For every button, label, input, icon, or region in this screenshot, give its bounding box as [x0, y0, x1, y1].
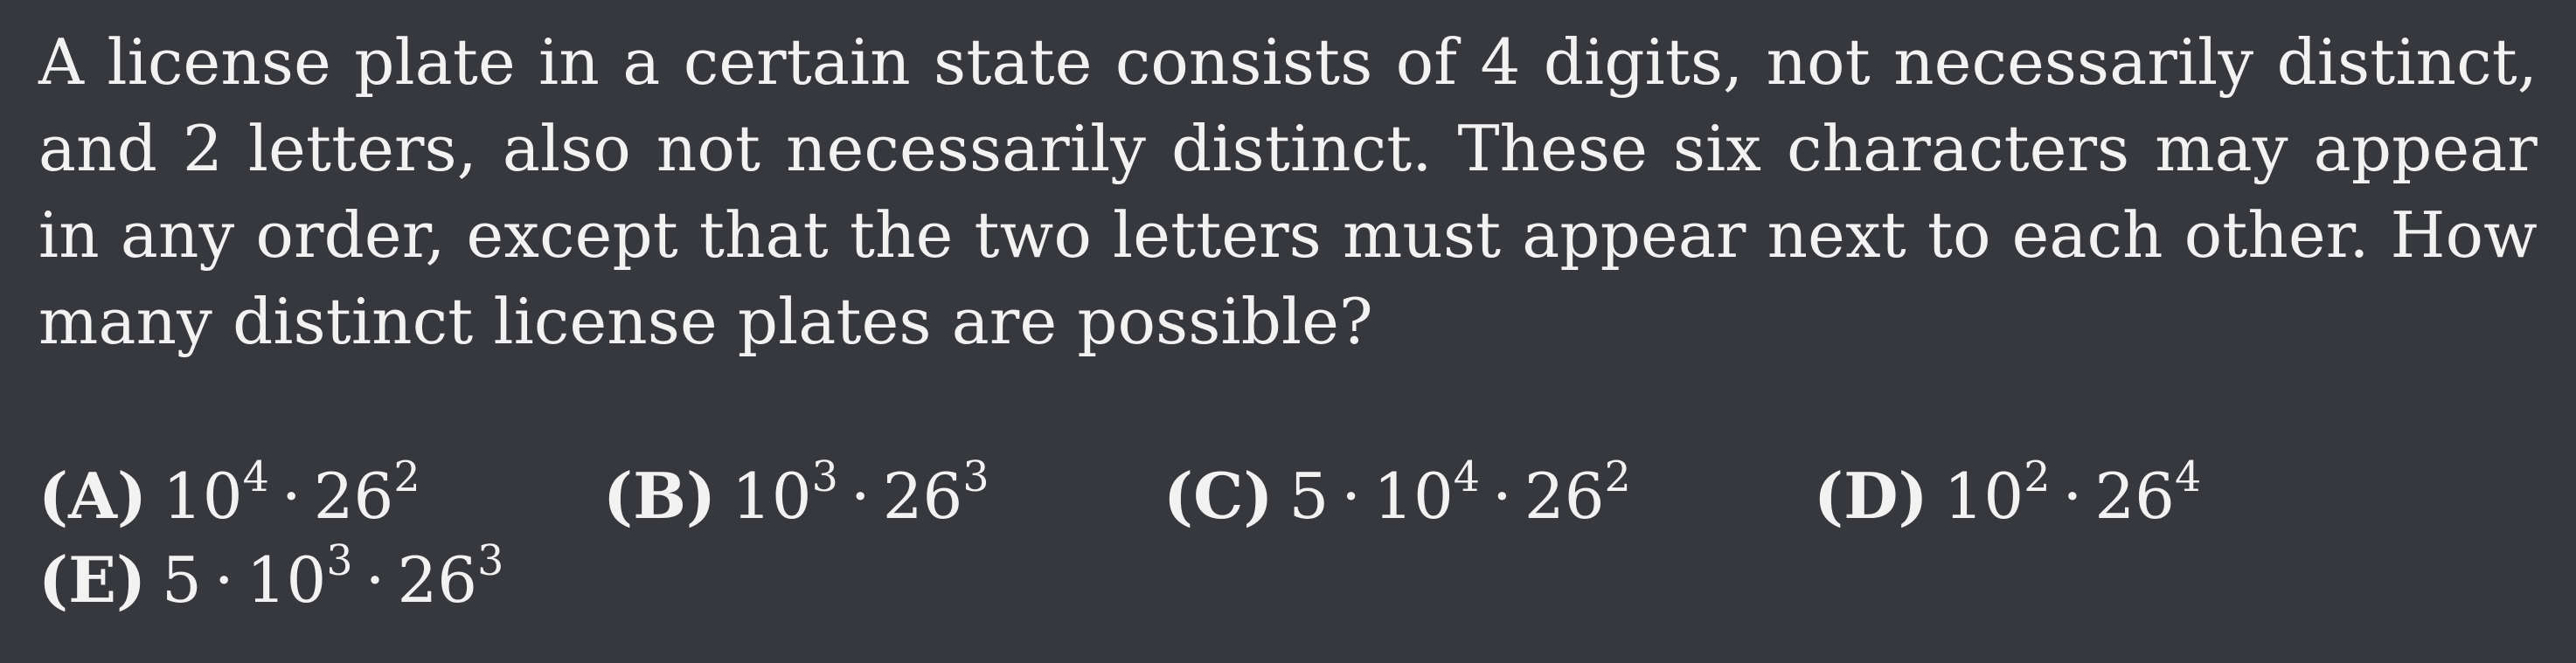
choice-c-label: (C) [1163, 459, 1274, 533]
answer-choices: (A) 104 · 262 (B) 103 · 263 (C) 5 · 104 · 262 (D) 10… [38, 454, 2538, 629]
choice-e-expression: 5 · 103 · 263 [162, 537, 504, 617]
choice-a-label: (A) [38, 459, 147, 533]
choice-d-label: (D) [1814, 459, 1928, 533]
choice-b-label: (B) [603, 459, 716, 533]
choice-b-expression: 103 · 263 [732, 453, 989, 533]
choice-a-expression: 104 · 262 [163, 453, 420, 533]
choice-e-label: (E) [38, 542, 147, 617]
choice-e[interactable]: (E) 5 · 103 · 263 [38, 538, 503, 622]
choice-c[interactable]: (C) 5 · 104 · 262 [1163, 454, 1631, 538]
choice-b[interactable]: (B) 103 · 263 [603, 454, 989, 538]
choice-c-expression: 5 · 104 · 262 [1288, 453, 1631, 533]
choice-d-expression: 102 · 264 [1943, 453, 2202, 533]
choice-d[interactable]: (D) 102 · 264 [1814, 454, 2201, 538]
choice-a[interactable]: (A) 104 · 262 [38, 454, 420, 538]
problem-statement: A license plate in a certain state consi… [38, 25, 2538, 358]
question-page: A license plate in a certain state consi… [0, 0, 2576, 663]
